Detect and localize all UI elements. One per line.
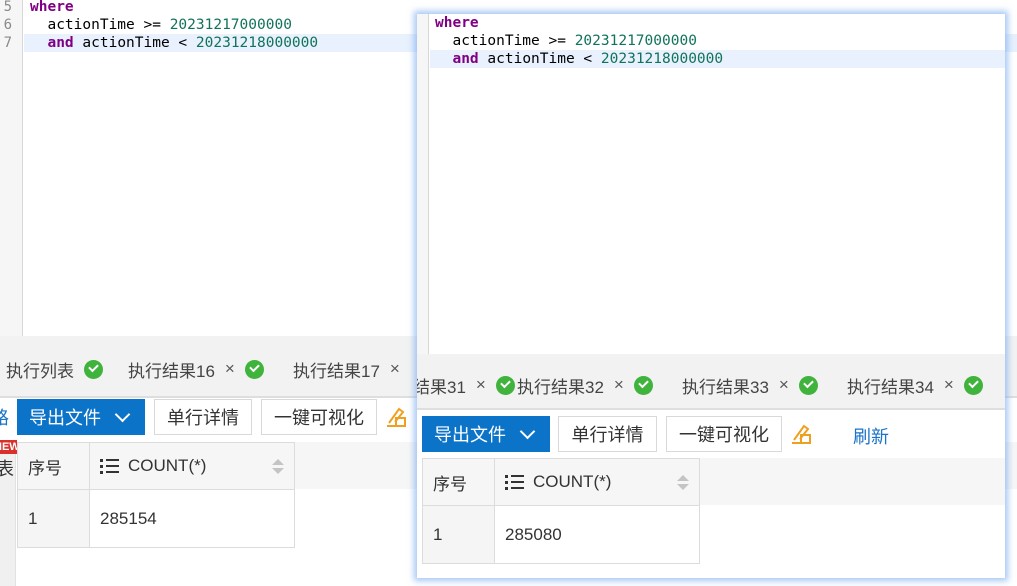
- field-name: actionTime: [47, 17, 135, 33]
- tab-result-16[interactable]: 执行结果16 ×: [128, 358, 264, 381]
- chevron-down-icon: [114, 406, 131, 422]
- column-header-index: 序号: [17, 442, 90, 490]
- close-icon[interactable]: ×: [614, 375, 624, 395]
- tab-label: 执行结果16: [128, 361, 215, 381]
- count-cell[interactable]: 285154: [89, 489, 295, 548]
- export-file-label: 导出文件: [434, 425, 506, 445]
- row-detail-button[interactable]: 单行详情: [558, 416, 657, 452]
- column-header-index: 序号: [422, 458, 495, 506]
- chevron-down-icon: [519, 423, 536, 439]
- one-click-visualize-button[interactable]: 一键可视化: [261, 399, 377, 435]
- success-check-icon: [633, 375, 653, 395]
- code-line: where: [435, 14, 1005, 32]
- close-icon[interactable]: ×: [390, 359, 400, 379]
- column-title: COUNT(*): [533, 472, 612, 491]
- tab-label: 执行列表: [6, 361, 74, 381]
- operator: >=: [134, 17, 170, 33]
- close-icon[interactable]: ×: [476, 375, 486, 395]
- operator: <: [574, 51, 601, 67]
- sort-toggle-icon[interactable]: [272, 458, 284, 474]
- new-badge: NEW: [0, 440, 17, 454]
- line-number-gutter: [417, 14, 429, 354]
- code-line: actionTime >= 20231217000000: [435, 32, 1005, 50]
- number-literal: 20231217000000: [169, 17, 292, 33]
- number-literal: 20231218000000: [195, 35, 319, 51]
- tab-label: 执行结果33: [682, 377, 769, 397]
- close-icon[interactable]: ×: [944, 375, 954, 395]
- row-index: 1: [422, 505, 495, 564]
- tab-execution-list[interactable]: 执行列表: [6, 358, 103, 381]
- tab-result-33[interactable]: 执行结果33 ×: [682, 374, 818, 397]
- column-title: COUNT(*): [128, 456, 207, 475]
- row-index: 1: [17, 489, 90, 548]
- tab-label: 执行结果34: [847, 377, 934, 397]
- sql-editor[interactable]: where actionTime >= 20231217000000 and a…: [430, 14, 1005, 354]
- export-file-button[interactable]: 导出文件: [17, 399, 145, 435]
- table-row[interactable]: 1 285080: [422, 505, 700, 564]
- tab-result-32[interactable]: 执行结果32 ×: [517, 374, 653, 397]
- field-name: actionTime: [452, 33, 540, 49]
- export-file-label: 导出文件: [29, 408, 101, 428]
- result-tab-bar: 执行结果31 × 执行结果32 × 执行结果33 × 执行结果34 ×: [417, 354, 1005, 410]
- count-cell[interactable]: 285080: [494, 505, 700, 564]
- pencil-lock-icon[interactable]: [791, 423, 813, 445]
- success-check-icon: [798, 375, 818, 395]
- success-check-icon: [495, 375, 515, 395]
- number-literal: 20231217000000: [574, 33, 697, 49]
- line-number: 7: [3, 35, 12, 51]
- sql-keyword: where: [30, 0, 74, 15]
- success-check-icon: [963, 375, 983, 395]
- pencil-lock-icon[interactable]: [386, 406, 408, 428]
- operator: >=: [539, 33, 575, 49]
- table-row[interactable]: 1 285154: [17, 489, 295, 548]
- truncated-label: 表: [0, 459, 14, 479]
- sql-keyword: and: [452, 51, 479, 67]
- row-detail-button[interactable]: 单行详情: [154, 399, 252, 435]
- tab-result-31[interactable]: 执行结果31 ×: [417, 374, 515, 397]
- column-header-count[interactable]: COUNT(*): [494, 458, 700, 506]
- line-number: 6: [3, 17, 12, 33]
- result-toolbar: 导出文件 单行详情 一键可视化 刷新: [417, 410, 1005, 456]
- operator: <: [169, 35, 196, 51]
- sql-keyword: and: [47, 35, 74, 51]
- one-click-visualize-button[interactable]: 一键可视化: [666, 416, 782, 452]
- truncated-label: 路: [0, 404, 9, 430]
- success-check-icon: [244, 359, 264, 379]
- code-line-current: and actionTime < 20231218000000: [430, 50, 1005, 68]
- tab-label: 执行结果32: [517, 377, 604, 397]
- ordered-list-icon: [100, 458, 120, 474]
- tab-result-34[interactable]: 执行结果34 ×: [847, 374, 983, 397]
- column-header-count[interactable]: COUNT(*): [89, 442, 295, 490]
- field-name: actionTime: [478, 51, 575, 67]
- sort-toggle-icon[interactable]: [677, 474, 689, 490]
- result-grid: 序号 COUNT(*) 1 285154: [17, 442, 295, 548]
- tab-label: 执行结果31: [417, 377, 466, 397]
- tab-label: 执行结果17: [293, 361, 380, 381]
- success-check-icon: [84, 359, 103, 379]
- line-number-gutter: 5 6 7: [0, 0, 23, 336]
- field-name: actionTime: [73, 35, 170, 51]
- ordered-list-icon: [505, 474, 525, 490]
- refresh-button[interactable]: 刷新: [853, 423, 889, 449]
- sql-keyword: where: [435, 15, 479, 31]
- tab-result-17[interactable]: 执行结果17 ×: [293, 358, 400, 381]
- foreground-query-window: where actionTime >= 20231217000000 and a…: [417, 14, 1005, 578]
- export-file-button[interactable]: 导出文件: [422, 416, 550, 452]
- result-grid: 序号 COUNT(*) 1 285080: [422, 458, 700, 564]
- close-icon[interactable]: ×: [225, 359, 235, 379]
- number-literal: 20231218000000: [600, 51, 724, 67]
- line-number: 5: [3, 0, 12, 15]
- close-icon[interactable]: ×: [779, 375, 789, 395]
